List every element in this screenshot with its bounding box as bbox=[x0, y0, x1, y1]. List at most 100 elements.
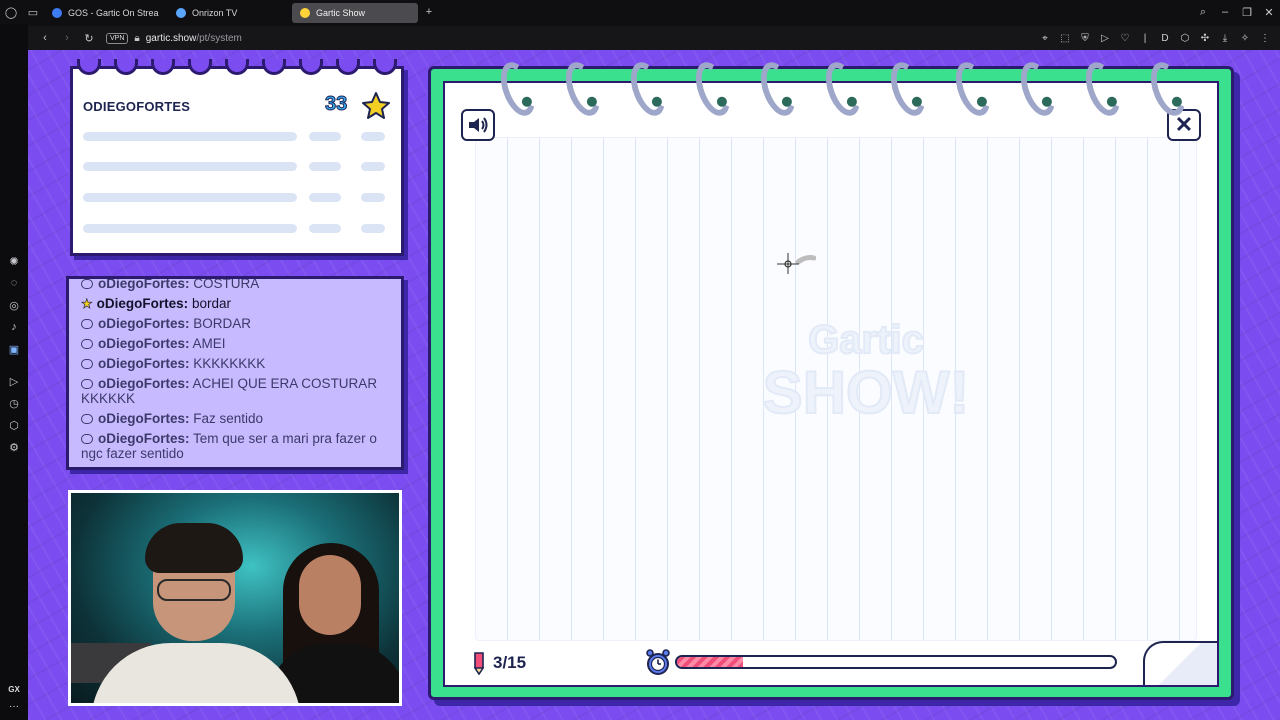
history-icon[interactable]: ◷ bbox=[0, 392, 28, 414]
chat-username: oDiegoFortes: bbox=[98, 276, 190, 291]
new-tab-icon[interactable]: + bbox=[418, 1, 440, 23]
spiral-ring bbox=[559, 57, 607, 121]
shield-icon[interactable]: ⛨ bbox=[1076, 33, 1094, 44]
google-icon bbox=[52, 8, 62, 18]
star-icon: ★ bbox=[81, 296, 93, 312]
search-icon[interactable]: ⌕ bbox=[1192, 1, 1214, 23]
round-value: 3/15 bbox=[493, 653, 527, 672]
chat-message: oDiegoFortes: KKKKKKKK bbox=[81, 356, 393, 371]
chat-bubble-icon bbox=[81, 319, 93, 329]
chat-bubble-icon bbox=[81, 359, 93, 369]
placeholder-row bbox=[309, 162, 341, 171]
gartic-show-watermark: Gartic SHOW! bbox=[746, 317, 986, 426]
whatsapp-icon[interactable]: ◌ bbox=[0, 272, 28, 294]
player-icon[interactable]: ▷ bbox=[0, 370, 28, 392]
pin-icon[interactable]: ⌖ bbox=[1036, 33, 1054, 44]
sound-button[interactable] bbox=[461, 109, 495, 141]
forward-icon[interactable]: › bbox=[56, 27, 78, 49]
spiral-binding bbox=[494, 57, 1192, 121]
onrizon-icon bbox=[176, 8, 186, 18]
chat-message: oDiegoFortes: Faz sentido bbox=[81, 411, 393, 426]
page-curl-corner bbox=[1143, 641, 1217, 685]
heart-icon[interactable]: ♡ bbox=[1116, 33, 1134, 44]
scoreboard-player-name: ODIEGOFORTES bbox=[83, 99, 191, 114]
chat-message: oDiegoFortes: Tem que ser a mari pra faz… bbox=[81, 431, 393, 461]
placeholder-row bbox=[361, 193, 385, 202]
scalloped-edge bbox=[70, 59, 404, 75]
d-extension-icon[interactable]: D bbox=[1156, 33, 1174, 44]
chat-bubble-icon bbox=[81, 434, 93, 444]
tab-gartic-show[interactable]: Gartic Show bbox=[292, 3, 418, 23]
crosshair-cursor-icon bbox=[777, 253, 816, 274]
timer-bar bbox=[675, 655, 1117, 669]
browser-tab-bar: ◯ ▭ GOS - Gartic On Strea Onrizon TV Gar… bbox=[0, 0, 1280, 24]
spiral-ring bbox=[754, 57, 802, 121]
round-counter: 3/15 bbox=[471, 651, 526, 675]
extensions-sidebar-icon[interactable]: ⬡ bbox=[0, 414, 28, 436]
download-icon[interactable]: ⤓ bbox=[1216, 33, 1234, 44]
placeholder-row bbox=[83, 224, 297, 233]
chat-panel[interactable]: oDiegoFortes: COSTURA ★ oDiegoFortes: bord… bbox=[66, 276, 404, 470]
snapshot-icon[interactable]: ⬚ bbox=[1056, 33, 1074, 44]
vpn-badge[interactable]: VPN bbox=[106, 32, 129, 44]
browser-logo-icon[interactable]: ◯ bbox=[0, 1, 22, 23]
url-host: gartic.show bbox=[145, 32, 197, 44]
back-icon[interactable]: ‹ bbox=[34, 27, 56, 49]
play-icon[interactable]: ▷ bbox=[1096, 33, 1114, 44]
more-icon[interactable]: ··· bbox=[9, 701, 19, 712]
chat-bubble-icon bbox=[81, 414, 93, 424]
chat-username: oDiegoFortes: bbox=[98, 336, 190, 351]
chat-username: oDiegoFortes: bbox=[98, 356, 190, 371]
chat-message: oDiegoFortes: AMEI bbox=[81, 336, 393, 351]
chat-username: oDiegoFortes: bbox=[98, 376, 190, 391]
instagram-icon[interactable]: ◎ bbox=[0, 294, 28, 316]
placeholder-row bbox=[361, 132, 385, 141]
url-field[interactable]: gartic.show/pt/system bbox=[146, 33, 242, 44]
chat-message-list: oDiegoFortes: COSTURA ★ oDiegoFortes: bord… bbox=[81, 276, 393, 461]
placeholder-row bbox=[309, 224, 341, 233]
chat-text: COSTURA bbox=[193, 276, 260, 291]
puzzle-icon[interactable]: ✣ bbox=[1196, 33, 1214, 44]
scoreboard-points: 33 bbox=[324, 93, 348, 116]
chat-message: oDiegoFortes: BORDAR bbox=[81, 316, 393, 331]
glasses bbox=[157, 579, 231, 601]
chat-text: Faz sentido bbox=[193, 411, 264, 426]
placeholder-row bbox=[361, 162, 385, 171]
chat-username: oDiegoFortes: bbox=[98, 411, 190, 426]
gx-label[interactable]: GX bbox=[8, 685, 20, 694]
ai-icon[interactable]: ✧ bbox=[1236, 33, 1254, 44]
settings-icon[interactable]: ⚙ bbox=[0, 436, 28, 458]
tab-gos[interactable]: GOS - Gartic On Strea bbox=[44, 3, 168, 23]
chat-message: oDiegoFortes: ACHEI QUE ERA COSTURAR KKK… bbox=[81, 376, 393, 406]
url-path: /pt/system bbox=[196, 32, 242, 44]
notebook-page: Gartic SHOW! ✕ 3/15 bbox=[443, 81, 1219, 687]
tab-label: GOS - Gartic On Strea bbox=[68, 8, 159, 18]
spiral-ring bbox=[1079, 57, 1127, 121]
extension-icon[interactable]: ⬡ bbox=[1176, 33, 1194, 44]
streamer-1-hair bbox=[145, 523, 243, 573]
separator-icon: | bbox=[1143, 32, 1147, 44]
workspaces-icon[interactable]: ▭ bbox=[22, 1, 44, 23]
placeholder-row bbox=[83, 162, 297, 171]
spiral-ring bbox=[949, 57, 997, 121]
music-player-icon[interactable]: ▣ bbox=[0, 338, 28, 360]
drawing-canvas[interactable]: Gartic SHOW! bbox=[475, 137, 1197, 641]
streamer-2-face bbox=[299, 555, 361, 635]
ai-sidebar-icon[interactable]: ✺ bbox=[0, 250, 28, 272]
menu-icon[interactable]: ⋮ bbox=[1256, 33, 1274, 44]
tab-onrizon[interactable]: Onrizon TV bbox=[168, 3, 292, 23]
chat-message: ★ oDiegoFortes: bordar bbox=[81, 296, 393, 312]
reload-icon[interactable]: ↻ bbox=[78, 27, 100, 49]
restore-icon[interactable]: ❐ bbox=[1236, 1, 1258, 23]
minimize-icon[interactable]: – bbox=[1214, 1, 1236, 23]
chat-text: KKKKKKKK bbox=[193, 356, 266, 371]
watermark-line-2: SHOW! bbox=[762, 359, 971, 426]
alarm-clock-icon bbox=[646, 649, 670, 675]
chat-username: oDiegoFortes: bbox=[98, 431, 190, 446]
spiral-ring bbox=[1014, 57, 1062, 121]
tiktok-icon[interactable]: ♪ bbox=[0, 316, 28, 338]
address-bar: ‹ › ↻ VPN 🔒︎ gartic.show/pt/system ⌖ ⬚ ⛨… bbox=[28, 26, 1280, 50]
spiral-ring bbox=[624, 57, 672, 121]
lock-icon: 🔒︎ bbox=[134, 32, 140, 44]
close-window-icon[interactable]: ✕ bbox=[1258, 1, 1280, 23]
